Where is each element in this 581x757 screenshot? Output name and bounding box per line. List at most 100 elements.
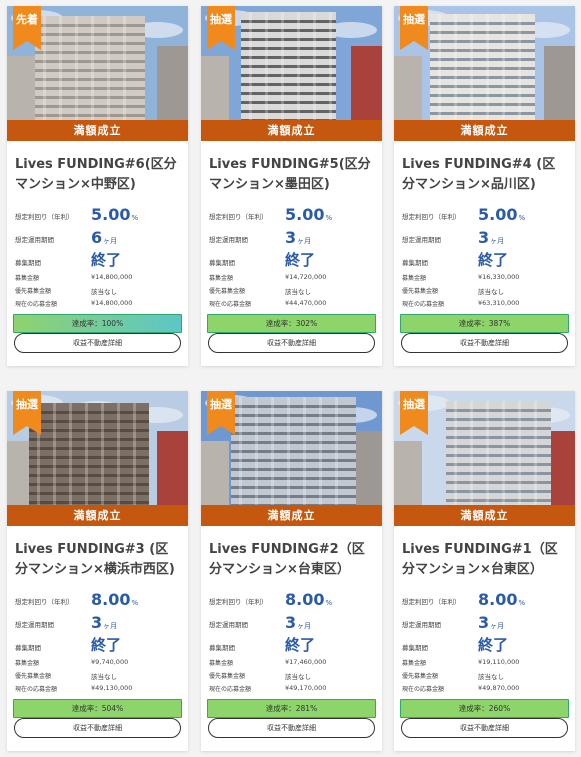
sale-type-tag: 抽選 [400,6,428,50]
yield-value: 8.00% [91,590,139,609]
property-photo[interactable]: 抽選 満額成立 [201,391,382,526]
yield-row: 想定利回り（年利） 8.00% [15,590,188,613]
recruit-row: 募集期間 終了 [209,251,382,271]
amount-value: ¥19,110,000 [478,658,520,666]
fully-funded-banner: 満額成立 [201,505,382,526]
property-details-button[interactable]: 収益不動産詳細 [401,718,568,738]
fund-title[interactable]: Lives FUNDING#1（区分マンション×台東区） [402,540,567,580]
fund-title[interactable]: Lives FUNDING#2（区分マンション×台東区） [209,540,374,580]
yield-row: 想定利回り（年利） 5.00% [402,205,575,228]
amount-value: ¥14,800,000 [91,273,133,281]
achievement-progress-bar: 達成率：100% [13,314,182,333]
period-row: 想定運用期間 3ヶ月 [209,228,382,251]
sale-type-label: 抽選 [403,398,425,411]
applied-label: 現在の応募金額 [209,301,252,308]
property-photo[interactable]: 抽選 満額成立 [394,391,575,526]
recruit-row: 募集期間 終了 [402,251,575,271]
funding-card[interactable]: 抽選 満額成立 Lives FUNDING#4 (区分マンション×品川区) 想定… [394,6,575,366]
priority-row: 優先募集金額 該当なし [15,669,188,682]
fund-title[interactable]: Lives FUNDING#5(区分マンション×墨田区) [209,155,374,195]
sale-type-label: 抽選 [210,13,232,26]
amount-row: 募集金額 ¥14,720,000 [209,271,382,284]
recruit-label: 募集期間 [209,259,235,267]
funding-card[interactable]: 抽選 満額成立 Lives FUNDING#5(区分マンション×墨田区) 想定利… [201,6,382,366]
recruit-row: 募集期間 終了 [15,636,188,656]
priority-row: 優先募集金額 該当なし [209,669,382,682]
priority-label: 優先募集金額 [402,288,439,295]
applied-label: 現在の応募金額 [15,686,58,693]
period-label: 想定運用期間 [209,236,248,244]
period-row: 想定運用期間 3ヶ月 [402,613,575,636]
property-details-button[interactable]: 収益不動産詳細 [401,333,568,353]
period-label: 想定運用期間 [402,621,441,629]
fund-title[interactable]: Lives FUNDING#3 (区分マンション×横浜市西区) [15,540,180,580]
applied-value: ¥44,470,000 [285,299,327,307]
sale-type-tag: 先着 [13,6,41,50]
sale-type-tag: 抽選 [207,6,235,50]
recruit-status: 終了 [285,636,316,654]
yield-label: 想定利回り（年利） [15,598,74,606]
applied-row: 現在の応募金額 ¥63,310,000 [402,297,575,310]
fully-funded-banner: 満額成立 [7,120,188,141]
fully-funded-banner: 満額成立 [7,505,188,526]
yield-row: 想定利回り（年利） 5.00% [209,205,382,228]
yield-label: 想定利回り（年利） [402,598,461,606]
applied-label: 現在の応募金額 [402,686,445,693]
priority-row: 優先募集金額 該当なし [402,284,575,297]
funding-card[interactable]: 抽選 満額成立 Lives FUNDING#3 (区分マンション×横浜市西区) … [7,391,188,751]
recruit-label: 募集期間 [15,259,41,267]
sale-type-tag: 抽選 [400,391,428,435]
amount-label: 募集金額 [15,660,40,667]
recruit-row: 募集期間 終了 [402,636,575,656]
yield-label: 想定利回り（年利） [15,213,74,221]
property-photo[interactable]: 抽選 満額成立 [7,391,188,526]
funding-card[interactable]: 抽選 満額成立 Lives FUNDING#1（区分マンション×台東区） 想定利… [394,391,575,751]
funding-grid: 先着 満額成立 Lives FUNDING#6(区分マンション×中野区) 想定利… [0,0,581,757]
progress-text: 達成率：100% [71,319,124,328]
applied-row: 現在の応募金額 ¥49,870,000 [402,682,575,695]
recruit-status: 終了 [91,636,122,654]
yield-value: 8.00% [285,590,333,609]
achievement-progress-bar: 達成率：260% [400,699,569,718]
sale-type-tag: 抽選 [207,391,235,435]
priority-value: 該当なし [91,288,117,296]
period-value: 3ヶ月 [285,613,312,632]
applied-row: 現在の応募金額 ¥49,170,000 [209,682,382,695]
amount-label: 募集金額 [209,660,234,667]
funding-card[interactable]: 抽選 満額成立 Lives FUNDING#2（区分マンション×台東区） 想定利… [201,391,382,751]
amount-value: ¥14,720,000 [285,273,327,281]
property-details-button[interactable]: 収益不動産詳細 [208,333,375,353]
amount-value: ¥9,740,000 [91,658,129,666]
property-photo[interactable]: 抽選 満額成立 [394,6,575,141]
recruit-row: 募集期間 終了 [15,251,188,271]
priority-label: 優先募集金額 [402,673,439,680]
recruit-label: 募集期間 [209,644,235,652]
applied-value: ¥63,310,000 [478,299,520,307]
priority-value: 該当なし [285,288,311,296]
sale-type-label: 抽選 [403,13,425,26]
property-details-button[interactable]: 収益不動産詳細 [14,718,181,738]
yield-value: 5.00% [285,205,333,224]
applied-label: 現在の応募金額 [209,686,252,693]
amount-label: 募集金額 [15,275,40,282]
period-value: 6ヶ月 [91,228,118,247]
amount-label: 募集金額 [209,275,234,282]
amount-row: 募集金額 ¥16,330,000 [402,271,575,284]
amount-row: 募集金額 ¥19,110,000 [402,656,575,669]
progress-text: 達成率：281% [265,704,318,713]
applied-value: ¥49,870,000 [478,684,520,692]
property-photo[interactable]: 抽選 満額成立 [201,6,382,141]
priority-row: 優先募集金額 該当なし [209,284,382,297]
property-details-button[interactable]: 収益不動産詳細 [208,718,375,738]
recruit-status: 終了 [478,636,509,654]
applied-label: 現在の応募金額 [402,301,445,308]
fund-title[interactable]: Lives FUNDING#4 (区分マンション×品川区) [402,155,567,195]
applied-row: 現在の応募金額 ¥49,130,000 [15,682,188,695]
funding-card[interactable]: 先着 満額成立 Lives FUNDING#6(区分マンション×中野区) 想定利… [7,6,188,366]
fund-title[interactable]: Lives FUNDING#6(区分マンション×中野区) [15,155,180,195]
property-photo[interactable]: 先着 満額成立 [7,6,188,141]
period-value: 3ヶ月 [285,228,312,247]
property-details-button[interactable]: 収益不動産詳細 [14,333,181,353]
period-label: 想定運用期間 [402,236,441,244]
recruit-status: 終了 [478,251,509,269]
